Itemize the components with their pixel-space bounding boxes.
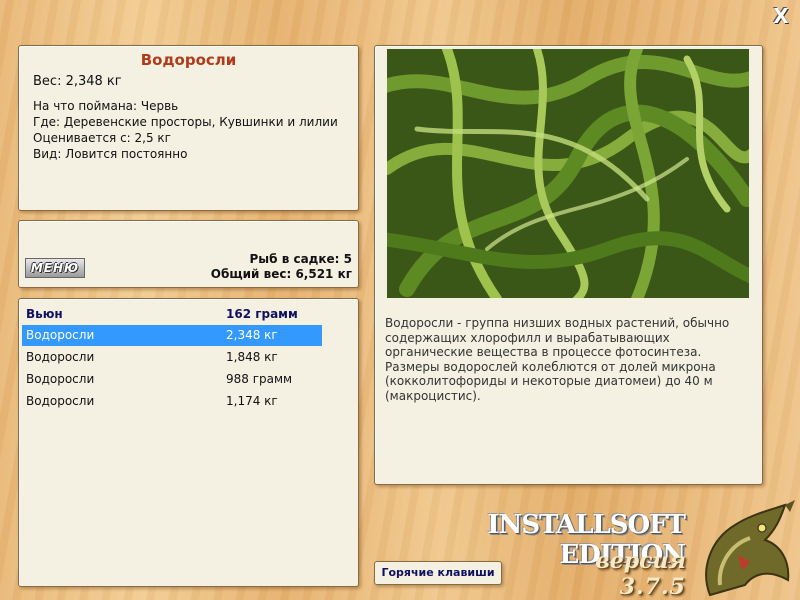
total-weight: Общий вес: 6,521 кг: [210, 267, 352, 281]
item-weight: 1,848 кг: [226, 350, 278, 364]
fish-weight: Вес: 2,348 кг: [33, 74, 122, 89]
list-item[interactable]: Водоросли 988 грамм: [22, 369, 322, 390]
close-button[interactable]: X: [770, 6, 792, 26]
version-word: версия: [595, 548, 686, 574]
fish-image-panel: Водоросли - группа низших водных растени…: [374, 45, 763, 485]
fish-description: Водоросли - группа низших водных растени…: [385, 316, 730, 403]
catch-list: Вьюн 162 грамм Водоросли 2,348 кг Водоро…: [18, 298, 359, 587]
item-name: Водоросли: [26, 372, 95, 386]
seaweed-photo: [387, 49, 749, 298]
cage-summary: Рыб в садке: 5 Общий вес: 6,521 кг: [211, 252, 352, 282]
version-number: 3.7.5: [619, 574, 686, 600]
menu-button[interactable]: МЕНЮ: [25, 258, 85, 278]
seaweed-illustration: [387, 49, 749, 298]
fish-info-panel: Водоросли Вес: 2,348 кг На что поймана: …: [18, 45, 359, 211]
pike-fish-logo: [705, 500, 795, 597]
bait-line: На что поймана: Червь: [33, 99, 179, 113]
list-item[interactable]: Водоросли 1,848 кг: [22, 347, 322, 368]
item-weight: 1,174 кг: [226, 394, 278, 408]
item-weight: 988 грамм: [226, 372, 293, 386]
list-item[interactable]: Водоросли 2,348 кг: [22, 325, 322, 346]
fish-title: Водоросли: [140, 51, 237, 69]
list-item[interactable]: Водоросли 1,174 кг: [22, 391, 322, 412]
header-name: Вьюн: [26, 307, 63, 321]
fish-count: Рыб в садке: 5: [249, 252, 353, 266]
item-name: Водоросли: [26, 328, 95, 342]
version-label: версия 3.7.5: [536, 548, 686, 600]
valued-from-line: Оценивается с: 2,5 кг: [33, 131, 171, 145]
list-header-row[interactable]: Вьюн 162 грамм: [22, 304, 322, 325]
item-weight: 2,348 кг: [226, 328, 278, 342]
fish-details: На что поймана: Червь Где: Деревенские п…: [33, 98, 348, 162]
header-weight: 162 грамм: [226, 307, 298, 321]
kind-line: Вид: Ловится постоянно: [33, 147, 188, 161]
menu-panel: МЕНЮ Рыб в садке: 5 Общий вес: 6,521 кг: [18, 220, 359, 288]
location-line: Где: Деревенские просторы, Кувшинки и ли…: [33, 115, 338, 129]
item-name: Водоросли: [26, 350, 95, 364]
item-name: Водоросли: [26, 394, 95, 408]
